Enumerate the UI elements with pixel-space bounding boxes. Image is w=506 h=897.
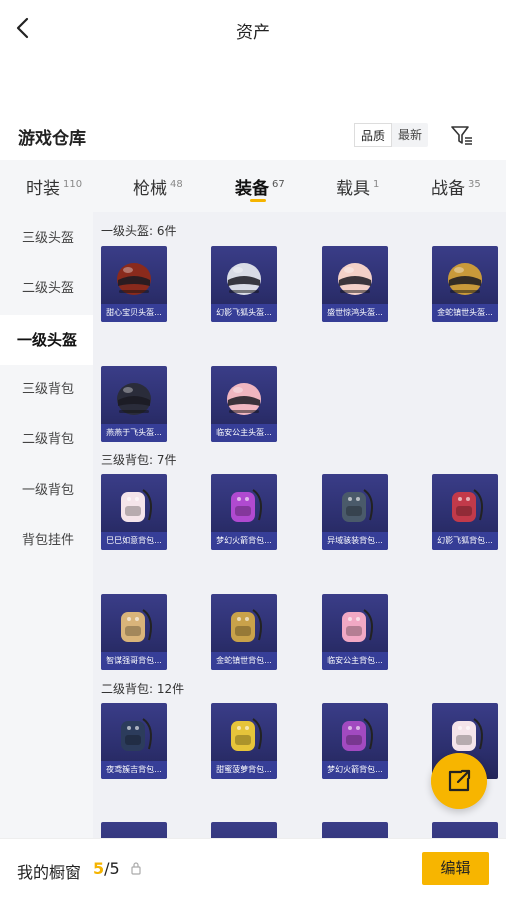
item-card[interactable]: 盛世惊鸿头盔... — [322, 246, 388, 322]
lock-icon — [131, 862, 141, 875]
item-card-label: 甜心宝贝头盔... — [101, 304, 167, 322]
helmet-icon — [219, 252, 269, 302]
backpack-icon — [330, 480, 380, 530]
sort-option-latest[interactable]: 最新 — [392, 123, 428, 147]
item-card[interactable]: 金蛇镇世头盔... — [432, 246, 498, 322]
tab-equipment[interactable]: 装备 67 — [235, 174, 285, 199]
group-title-level3-backpack: 三级背包: 7件 — [101, 453, 177, 467]
helmet-icon — [330, 252, 380, 302]
item-card[interactable]: 甜蜜菠萝背包... — [211, 703, 277, 779]
item-card[interactable]: 夜鸢簇吉背包... — [101, 703, 167, 779]
nav-bar: 资产 — [0, 0, 506, 60]
item-card[interactable] — [101, 822, 167, 838]
sidebar-item-backpack-pendant[interactable]: 背包挂件 — [0, 516, 93, 566]
item-card[interactable] — [211, 822, 277, 838]
item-card[interactable]: 燕燕于飞头盔... — [101, 366, 167, 442]
edit-button[interactable]: 编辑 — [422, 852, 489, 885]
backpack-icon — [219, 709, 269, 759]
item-card-label: 智谋强哥背包... — [101, 652, 167, 670]
tab-vehicles[interactable]: 载具 1 — [336, 174, 379, 199]
bottom-bar: 我的橱窗 5/5 编辑 — [0, 838, 506, 897]
item-card-label: 金蛇镇世背包... — [211, 652, 277, 670]
backpack-icon — [330, 600, 380, 650]
showcase-count: 5/5 — [93, 859, 120, 878]
sort-option-quality[interactable]: 品质 — [354, 123, 393, 147]
item-card-label: 异域骇装背包... — [322, 532, 388, 550]
item-card[interactable]: 临安公主头盔... — [211, 366, 277, 442]
tab-weapons[interactable]: 枪械 48 — [133, 174, 183, 199]
backpack-icon — [109, 709, 159, 759]
item-card-label: 燕燕于飞头盔... — [101, 424, 167, 442]
tab-fashion[interactable]: 时装 110 — [26, 174, 82, 199]
item-card[interactable]: 幻影飞狐头盔... — [211, 246, 277, 322]
item-card[interactable]: 金蛇镇世背包... — [211, 594, 277, 670]
backpack-icon — [109, 480, 159, 530]
page-title: 资产 — [236, 23, 270, 43]
share-button[interactable] — [431, 753, 487, 809]
item-card-label: 梦幻火箭背包... — [322, 761, 388, 779]
item-card[interactable]: 临安公主背包... — [322, 594, 388, 670]
item-card[interactable]: 异域骇装背包... — [322, 474, 388, 550]
item-card-label: 甜蜜菠萝背包... — [211, 761, 277, 779]
sidebar-item-level1-helmet[interactable]: 一级头盔 — [0, 315, 93, 365]
item-card[interactable] — [432, 822, 498, 838]
item-card-label: 盛世惊鸿头盔... — [322, 304, 388, 322]
sidebar-item-level3-backpack[interactable]: 三级背包 — [0, 365, 93, 415]
helmet-icon — [219, 372, 269, 422]
item-card[interactable] — [322, 822, 388, 838]
item-card[interactable]: 智谋强哥背包... — [101, 594, 167, 670]
backpack-icon — [330, 709, 380, 759]
sidebar-item-level1-backpack[interactable]: 一级背包 — [0, 466, 93, 516]
item-card-label: 梦幻火箭背包... — [211, 532, 277, 550]
item-card-label: 夜鸢簇吉背包... — [101, 761, 167, 779]
backpack-icon — [440, 709, 490, 759]
asset-screen: 资产 游戏仓库 品质 最新 时装 110 枪械 48 装备 67 载具 1 战备 35 三… — [0, 0, 506, 897]
active-tab-indicator — [250, 199, 266, 202]
item-card[interactable]: 甜心宝贝头盔... — [101, 246, 167, 322]
showcase-label: 我的橱窗 — [17, 863, 82, 882]
helmet-icon — [109, 372, 159, 422]
sidebar-item-level2-helmet[interactable]: 二级头盔 — [0, 264, 93, 314]
sidebar-item-level2-backpack[interactable]: 二级背包 — [0, 415, 93, 465]
backpack-icon — [109, 600, 159, 650]
item-card-label: 巳巳如意背包... — [101, 532, 167, 550]
sort-toggle[interactable]: 品质 最新 — [354, 123, 429, 147]
helmet-icon — [440, 252, 490, 302]
group-title-level1-helmet: 一级头盔: 6件 — [101, 224, 177, 238]
tab-supplies[interactable]: 战备 35 — [431, 174, 481, 199]
backpack-icon — [219, 600, 269, 650]
item-card-label: 临安公主背包... — [322, 652, 388, 670]
item-card-label: 金蛇镇世头盔... — [432, 304, 498, 322]
sidebar-item-level3-helmet[interactable]: 三级头盔 — [0, 214, 93, 264]
section-title: 游戏仓库 — [18, 129, 86, 149]
item-card-label: 幻影飞狐头盔... — [211, 304, 277, 322]
item-card[interactable]: 巳巳如意背包... — [101, 474, 167, 550]
item-card-label: 临安公主头盔... — [211, 424, 277, 442]
backpack-icon — [440, 480, 490, 530]
item-card[interactable]: 幻影飞狐背包... — [432, 474, 498, 550]
category-tabs: 时装 110 枪械 48 装备 67 载具 1 战备 35 — [0, 160, 506, 212]
filter-icon[interactable] — [450, 124, 474, 146]
helmet-icon — [109, 252, 159, 302]
item-card[interactable]: 梦幻火箭背包... — [211, 474, 277, 550]
item-card-label: 幻影飞狐背包... — [432, 532, 498, 550]
backpack-icon — [219, 480, 269, 530]
item-grid: 一级头盔: 6件 三级背包: 7件 二级背包: 12件 甜心宝贝头盔... 幻影飞… — [93, 212, 506, 838]
group-title-level2-backpack: 二级背包: 12件 — [101, 682, 185, 696]
sidebar: 三级头盔 二级头盔 一级头盔 三级背包 二级背包 一级背包 背包挂件 — [0, 212, 93, 838]
item-card[interactable]: 梦幻火箭背包... — [322, 703, 388, 779]
